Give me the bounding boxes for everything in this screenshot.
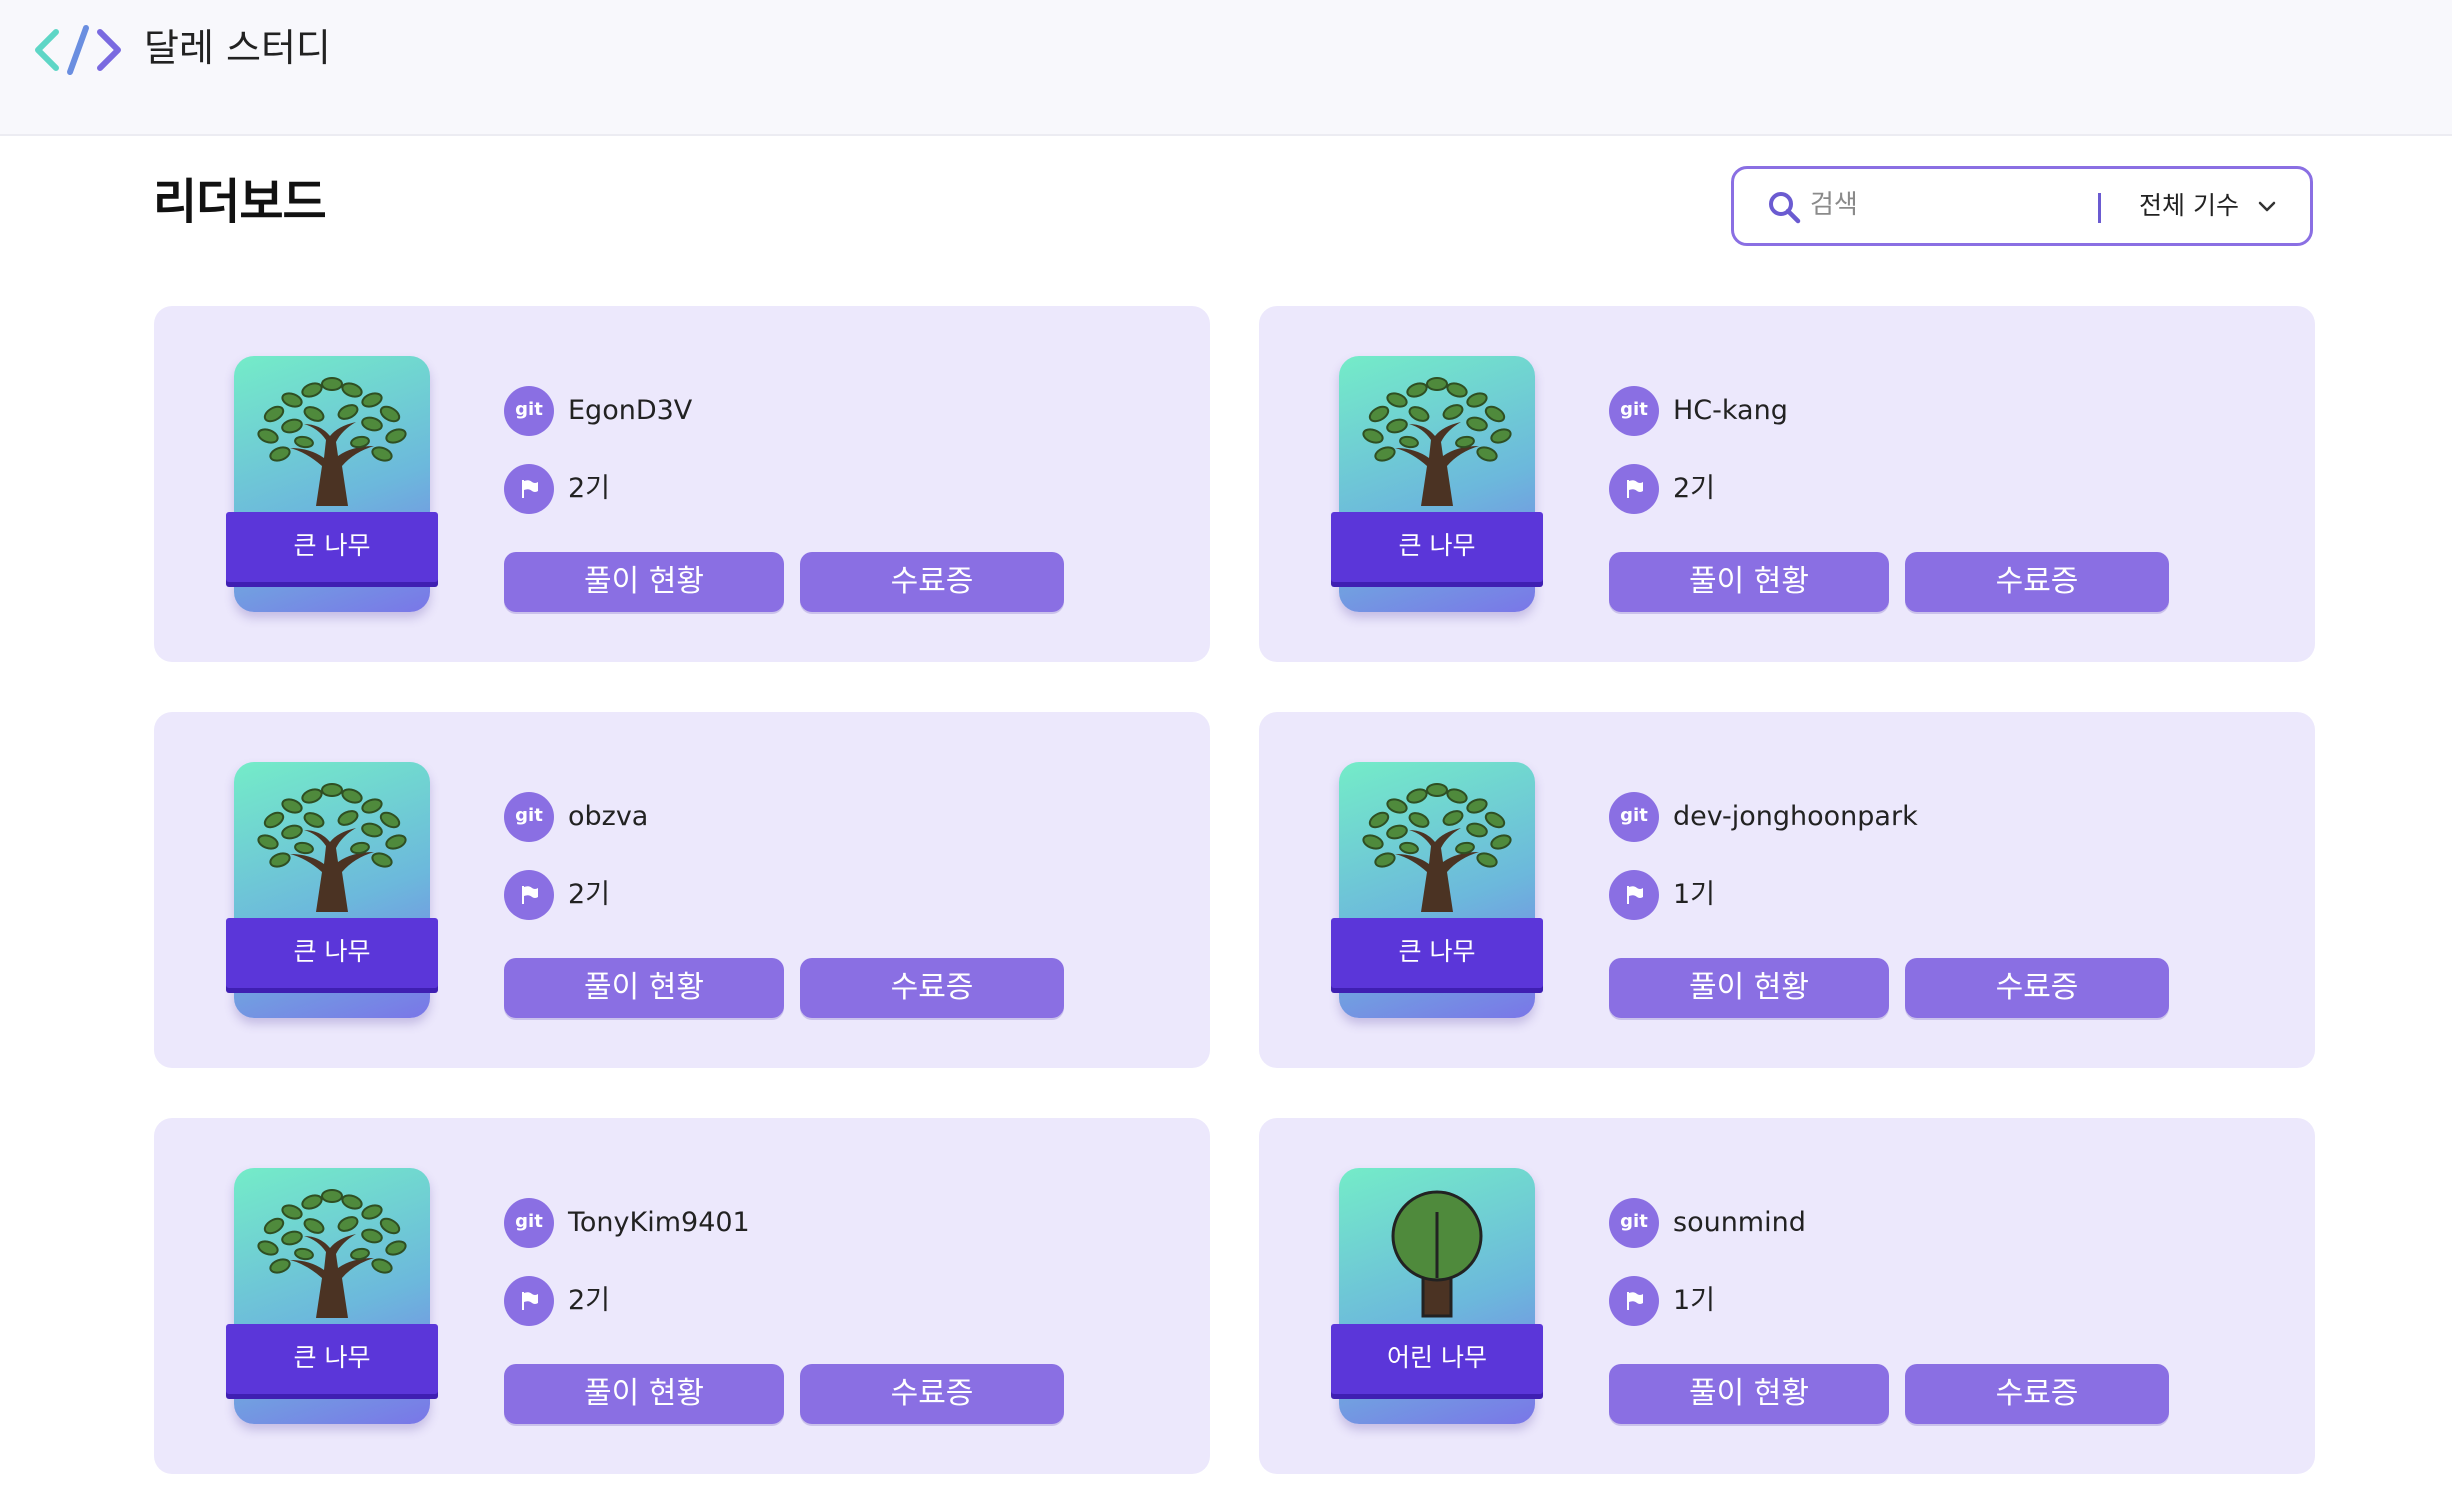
grade-label: 큰 나무: [1398, 937, 1476, 966]
certificate-button[interactable]: 수료증: [800, 552, 1064, 612]
git-icon: git: [1609, 792, 1659, 842]
member-card: 큰 나무 git obzva 2기 풀이 현황 수료증: [154, 712, 1210, 1068]
top-header: 달레 스터디: [0, 0, 2452, 136]
brand-name[interactable]: 달레 스터디: [144, 20, 331, 76]
search-divider: [2098, 193, 2101, 223]
flag-icon: [504, 464, 554, 514]
flag-icon: [504, 870, 554, 920]
cohort-label: 1기: [1673, 879, 1716, 910]
grade-badge: 큰 나무: [226, 1168, 438, 1424]
member-card: 큰 나무 git HC-kang 2기 풀이 현황 수료증: [1259, 306, 2315, 662]
grade-badge: 큰 나무: [226, 356, 438, 612]
big-tree-icon: [1339, 356, 1535, 512]
flag-icon: [1609, 464, 1659, 514]
cohort-filter-select[interactable]: 전체 기수: [2139, 183, 2239, 229]
certificate-button[interactable]: 수료증: [800, 1364, 1064, 1424]
username[interactable]: obzva: [568, 792, 648, 842]
git-icon: git: [504, 1198, 554, 1248]
username[interactable]: dev-jonghoonpark: [1673, 792, 1918, 842]
certificate-button[interactable]: 수료증: [1905, 1364, 2169, 1424]
chevron-down-icon[interactable]: [2256, 195, 2278, 217]
grade-badge: 큰 나무: [1331, 356, 1543, 612]
member-card: 큰 나무 git EgonD3V 2기 풀이 현황 수료증: [154, 306, 1210, 662]
git-icon: git: [1609, 386, 1659, 436]
big-tree-icon: [234, 356, 430, 512]
progress-button[interactable]: 풀이 현황: [1609, 958, 1889, 1018]
grade-label: 큰 나무: [293, 937, 371, 966]
username[interactable]: HC-kang: [1673, 386, 1788, 436]
big-tree-icon: [1339, 762, 1535, 918]
member-card: 큰 나무 git TonyKim9401 2기 풀이 현황 수료증: [154, 1118, 1210, 1474]
git-icon: git: [504, 792, 554, 842]
progress-button[interactable]: 풀이 현황: [504, 1364, 784, 1424]
search-input[interactable]: [1810, 183, 2110, 227]
username[interactable]: sounmind: [1673, 1198, 1806, 1248]
big-tree-icon: [234, 762, 430, 918]
certificate-button[interactable]: 수료증: [800, 958, 1064, 1018]
grade-label: 큰 나무: [1398, 531, 1476, 560]
username[interactable]: TonyKim9401: [568, 1198, 750, 1248]
progress-button[interactable]: 풀이 현황: [1609, 1364, 1889, 1424]
page-title: 리더보드: [153, 174, 327, 230]
progress-button[interactable]: 풀이 현황: [504, 958, 784, 1018]
flag-icon: [1609, 870, 1659, 920]
cohort-label: 1기: [1673, 1285, 1716, 1316]
grade-label: 큰 나무: [293, 1343, 371, 1372]
git-icon: git: [504, 386, 554, 436]
grade-badge: 어린 나무: [1331, 1168, 1543, 1424]
search-bar: 전체 기수: [1731, 166, 2313, 246]
flag-icon: [1609, 1276, 1659, 1326]
grade-label: 어린 나무: [1387, 1343, 1487, 1372]
grade-badge: 큰 나무: [226, 762, 438, 1018]
member-card: 어린 나무 git sounmind 1기 풀이 현황 수료증: [1259, 1118, 2315, 1474]
certificate-button[interactable]: 수료증: [1905, 958, 2169, 1018]
username[interactable]: EgonD3V: [568, 386, 692, 436]
code-brackets-icon[interactable]: [32, 24, 124, 76]
grade-label: 큰 나무: [293, 531, 371, 560]
cohort-label: 2기: [1673, 473, 1716, 504]
cohort-label: 2기: [568, 473, 611, 504]
progress-button[interactable]: 풀이 현황: [504, 552, 784, 612]
certificate-button[interactable]: 수료증: [1905, 552, 2169, 612]
big-tree-icon: [234, 1168, 430, 1324]
cohort-label: 2기: [568, 879, 611, 910]
cohort-label: 2기: [568, 1285, 611, 1316]
member-card: 큰 나무 git dev-jonghoonpark 1기 풀이 현황 수료증: [1259, 712, 2315, 1068]
young-tree-icon: [1339, 1168, 1535, 1324]
grade-badge: 큰 나무: [1331, 762, 1543, 1018]
progress-button[interactable]: 풀이 현황: [1609, 552, 1889, 612]
search-icon: [1769, 192, 1801, 224]
git-icon: git: [1609, 1198, 1659, 1248]
flag-icon: [504, 1276, 554, 1326]
